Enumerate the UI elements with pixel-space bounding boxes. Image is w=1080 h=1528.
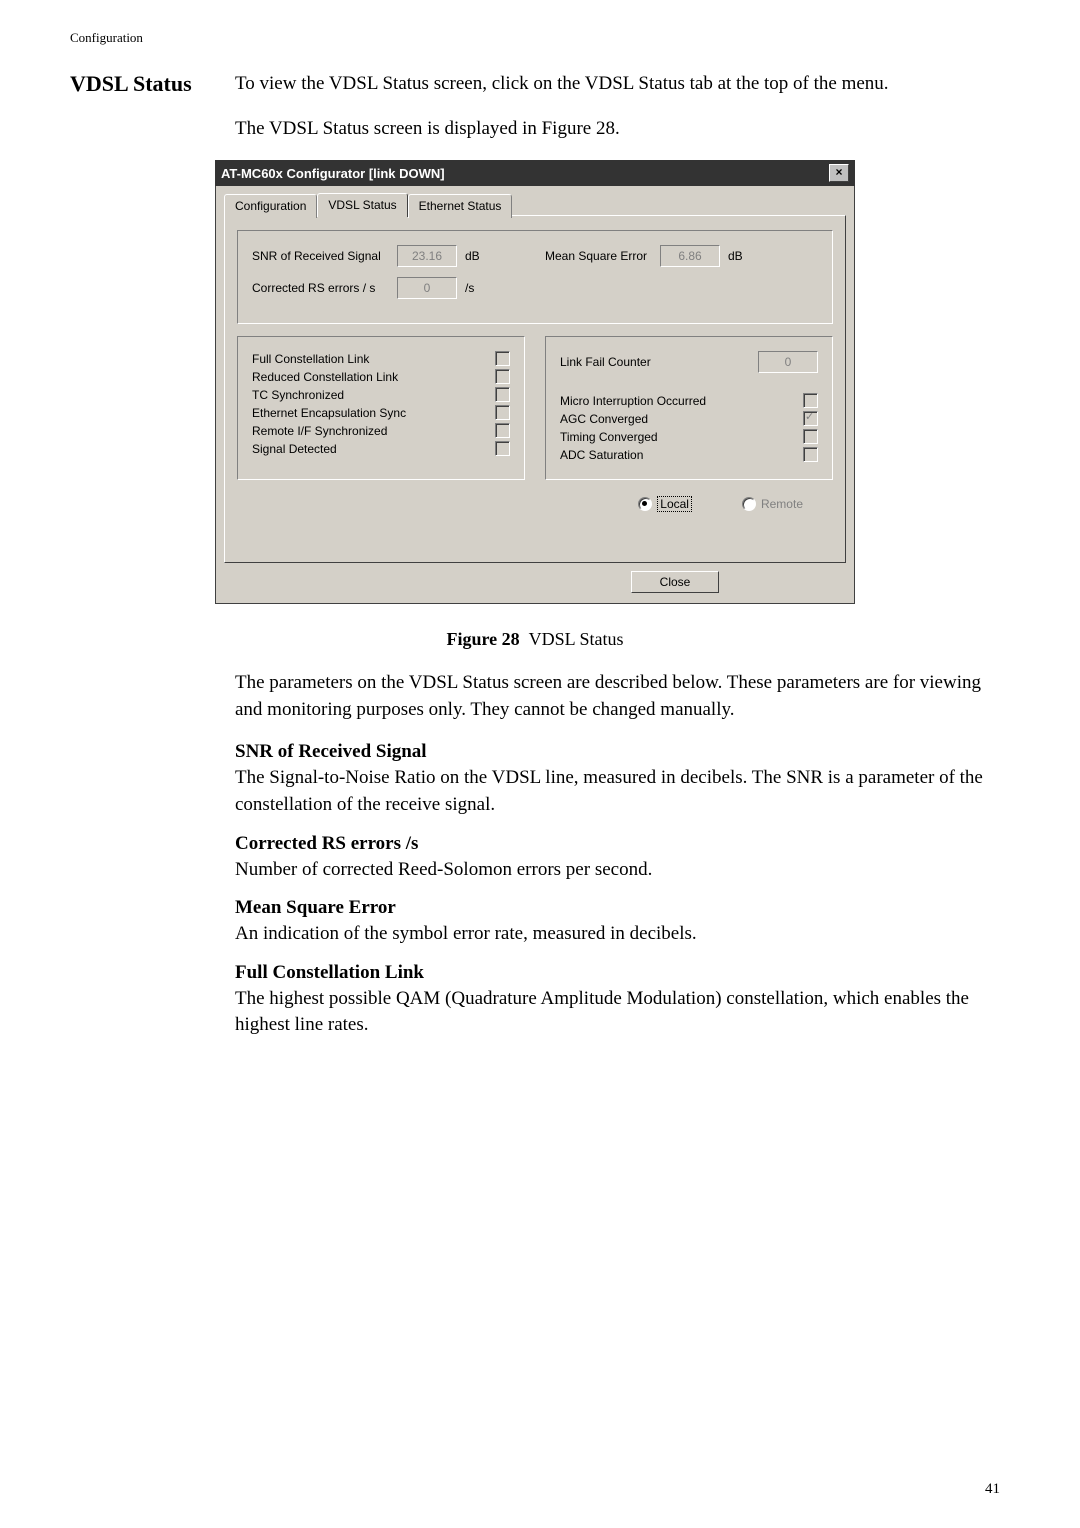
local-remote-radio: Local Remote <box>237 496 833 512</box>
check-agc: AGC Converged <box>560 411 818 426</box>
vdsl-status-dialog: AT-MC60x Configurator [link DOWN] × Conf… <box>215 160 855 604</box>
checkbox-agc[interactable] <box>803 411 818 426</box>
close-button[interactable]: Close <box>631 571 720 593</box>
figure-number: Figure 28 <box>446 629 519 649</box>
checkbox-signal[interactable] <box>495 441 510 456</box>
radio-local-label: Local <box>657 496 692 512</box>
label-agc: AGC Converged <box>560 412 803 426</box>
tab-vdsl-status[interactable]: VDSL Status <box>317 193 407 217</box>
radio-remote-option[interactable]: Remote <box>742 496 803 512</box>
checkbox-enc[interactable] <box>495 405 510 420</box>
link-fail-value: 0 <box>758 351 818 373</box>
tab-configuration[interactable]: Configuration <box>224 194 317 218</box>
check-eth-enc: Ethernet Encapsulation Sync <box>252 405 510 420</box>
check-reduced-constellation: Reduced Constellation Link <box>252 369 510 384</box>
label-micro: Micro Interruption Occurred <box>560 394 803 408</box>
description-para: The parameters on the VDSL Status screen… <box>235 670 1000 723</box>
middle-group: Full Constellation Link Reduced Constell… <box>237 336 833 480</box>
tab-strip: Configuration VDSL Status Ethernet Statu… <box>224 192 846 216</box>
tab-panel: SNR of Received Signal 23.16 dB Correcte… <box>224 215 846 563</box>
corrected-unit: /s <box>465 281 474 295</box>
radio-remote-label: Remote <box>761 497 803 511</box>
figure-title: VDSL Status <box>529 629 624 649</box>
label-signal: Signal Detected <box>252 442 495 456</box>
snr-value: 23.16 <box>397 245 457 267</box>
mse-unit: dB <box>728 249 743 263</box>
heading-snr: SNR of Received Signal <box>235 741 1000 763</box>
text-corrected: Number of corrected Reed-Solomon errors … <box>235 857 1000 884</box>
text-full: The highest possible QAM (Quadrature Amp… <box>235 986 1000 1039</box>
label-adc: ADC Saturation <box>560 448 803 462</box>
text-snr: The Signal-to-Noise Ratio on the VDSL li… <box>235 765 1000 818</box>
label-enc: Ethernet Encapsulation Sync <box>252 406 495 420</box>
text-mse: An indication of the symbol error rate, … <box>235 921 1000 948</box>
checkbox-reduced[interactable] <box>495 369 510 384</box>
dialog-title: AT-MC60x Configurator [link DOWN] <box>221 166 445 181</box>
page-number: 41 <box>985 1481 1000 1498</box>
check-micro-interrupt: Micro Interruption Occurred <box>560 393 818 408</box>
check-adc: ADC Saturation <box>560 447 818 462</box>
close-icon[interactable]: × <box>829 164 849 182</box>
label-remote: Remote I/F Synchronized <box>252 424 495 438</box>
figure-caption: Figure 28 VDSL Status <box>70 629 1000 650</box>
label-tc: TC Synchronized <box>252 388 495 402</box>
check-timing: Timing Converged <box>560 429 818 444</box>
label-timing: Timing Converged <box>560 430 803 444</box>
corrected-label: Corrected RS errors / s <box>252 281 397 295</box>
dialog-body: Configuration VDSL Status Ethernet Statu… <box>215 186 855 604</box>
snr-unit: dB <box>465 249 480 263</box>
heading-corrected: Corrected RS errors /s <box>235 833 1000 855</box>
radio-local-option[interactable]: Local <box>638 496 692 512</box>
checkbox-remote[interactable] <box>495 423 510 438</box>
intro-text: To view the VDSL Status screen, click on… <box>235 71 1000 98</box>
check-full-constellation: Full Constellation Link <box>252 351 510 366</box>
heading-full: Full Constellation Link <box>235 962 1000 984</box>
heading-mse: Mean Square Error <box>235 897 1000 919</box>
radio-remote[interactable] <box>742 497 756 511</box>
mse-field: Mean Square Error 6.86 dB <box>545 245 818 267</box>
intro-text-2: The VDSL Status screen is displayed in F… <box>235 116 1000 143</box>
main-content: VDSL Status To view the VDSL Status scre… <box>0 46 1080 1039</box>
tab-ethernet-status[interactable]: Ethernet Status <box>408 194 513 218</box>
label-reduced: Reduced Constellation Link <box>252 370 495 384</box>
corrected-value: 0 <box>397 277 457 299</box>
checkbox-timing[interactable] <box>803 429 818 444</box>
left-checks-group: Full Constellation Link Reduced Constell… <box>237 336 525 480</box>
link-fail-label: Link Fail Counter <box>560 355 651 369</box>
check-remote-sync: Remote I/F Synchronized <box>252 423 510 438</box>
checkbox-full[interactable] <box>495 351 510 366</box>
title-row: VDSL Status To view the VDSL Status scre… <box>70 71 1000 98</box>
snr-field: SNR of Received Signal 23.16 dB <box>252 245 525 267</box>
section-heading: VDSL Status <box>70 71 235 97</box>
checkbox-adc[interactable] <box>803 447 818 462</box>
radio-local[interactable] <box>638 497 652 511</box>
check-signal-detected: Signal Detected <box>252 441 510 456</box>
label-full: Full Constellation Link <box>252 352 495 366</box>
mse-label: Mean Square Error <box>545 249 660 263</box>
link-fail-row: Link Fail Counter 0 <box>560 351 818 373</box>
top-group: SNR of Received Signal 23.16 dB Correcte… <box>237 230 833 324</box>
button-row: Close <box>224 571 846 593</box>
snr-label: SNR of Received Signal <box>252 249 397 263</box>
mse-value: 6.86 <box>660 245 720 267</box>
right-checks-group: Link Fail Counter 0 Micro Interruption O… <box>545 336 833 480</box>
running-header: Configuration <box>0 0 1080 46</box>
check-tc-sync: TC Synchronized <box>252 387 510 402</box>
checkbox-tc[interactable] <box>495 387 510 402</box>
corrected-field: Corrected RS errors / s 0 /s <box>252 277 525 299</box>
checkbox-micro[interactable] <box>803 393 818 408</box>
dialog-titlebar: AT-MC60x Configurator [link DOWN] × <box>215 160 855 186</box>
